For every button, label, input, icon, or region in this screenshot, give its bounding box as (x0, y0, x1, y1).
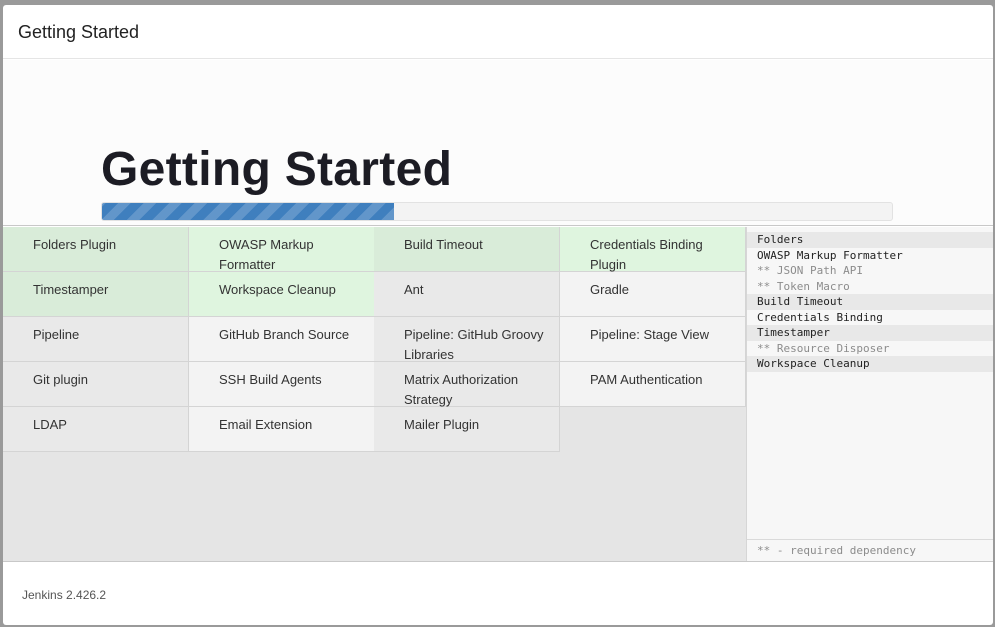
page-title: Getting Started (101, 143, 453, 196)
plugin-item: SSH Build Agents (189, 362, 375, 407)
plugin-item: Credentials Binding Plugin (560, 227, 746, 272)
plugin-item: Pipeline (3, 317, 189, 362)
plugin-item: Workspace Cleanup (189, 272, 375, 317)
log-line: Timestamper (747, 325, 993, 341)
log-line: ** JSON Path API (757, 264, 863, 277)
plugin-item: Folders Plugin (3, 227, 189, 272)
plugin-item: Matrix Authorization Strategy (374, 362, 560, 407)
install-log-list: Folders OWASP Markup Formatter ** JSON Pat… (747, 232, 993, 372)
plugin-item: Git plugin (3, 362, 189, 407)
log-line: ** Resource Disposer (757, 341, 890, 355)
plugin-item: Pipeline: GitHub Groovy Libraries (374, 317, 560, 362)
plugin-item: Gradle (560, 272, 746, 317)
log-line: Folders (747, 232, 993, 248)
dialog-footer: Jenkins 2.426.2 (3, 561, 993, 625)
plugin-item: LDAP (3, 407, 189, 452)
plugin-item: PAM Authentication (560, 362, 746, 407)
jenkins-version: Jenkins 2.426.2 (22, 588, 107, 602)
plugin-list: Folders Plugin OWASP Markup Formatter Buil… (3, 227, 746, 561)
setup-wizard-dialog: Getting Started Getting Started Folders … (3, 5, 993, 625)
log-line: Workspace Cleanup (747, 356, 993, 372)
plugin-item: Build Timeout (374, 227, 560, 272)
plugin-item: Timestamper (3, 272, 189, 317)
plugin-item: Mailer Plugin (374, 407, 560, 452)
hero-banner: Getting Started (3, 60, 993, 226)
install-progress-fill (102, 203, 395, 220)
plugin-item: Pipeline: Stage View (560, 317, 746, 362)
log-line: OWASP Markup Formatter (757, 248, 903, 262)
log-line: Build Timeout (747, 294, 993, 310)
dialog-header: Getting Started (3, 5, 993, 59)
install-progress-bar (101, 202, 893, 221)
log-line: Credentials Binding (757, 310, 883, 324)
log-line: ** Token Macro (757, 279, 850, 293)
plugin-item: OWASP Markup Formatter (189, 227, 375, 272)
plugin-item: GitHub Branch Source (189, 317, 375, 362)
plugin-item: Email Extension (189, 407, 375, 452)
plugin-item: Ant (374, 272, 560, 317)
install-log-panel[interactable]: Folders OWASP Markup Formatter ** JSON Pat… (746, 227, 993, 561)
dependency-legend: ** - required dependency (747, 539, 993, 561)
dialog-title: Getting Started (18, 22, 140, 42)
